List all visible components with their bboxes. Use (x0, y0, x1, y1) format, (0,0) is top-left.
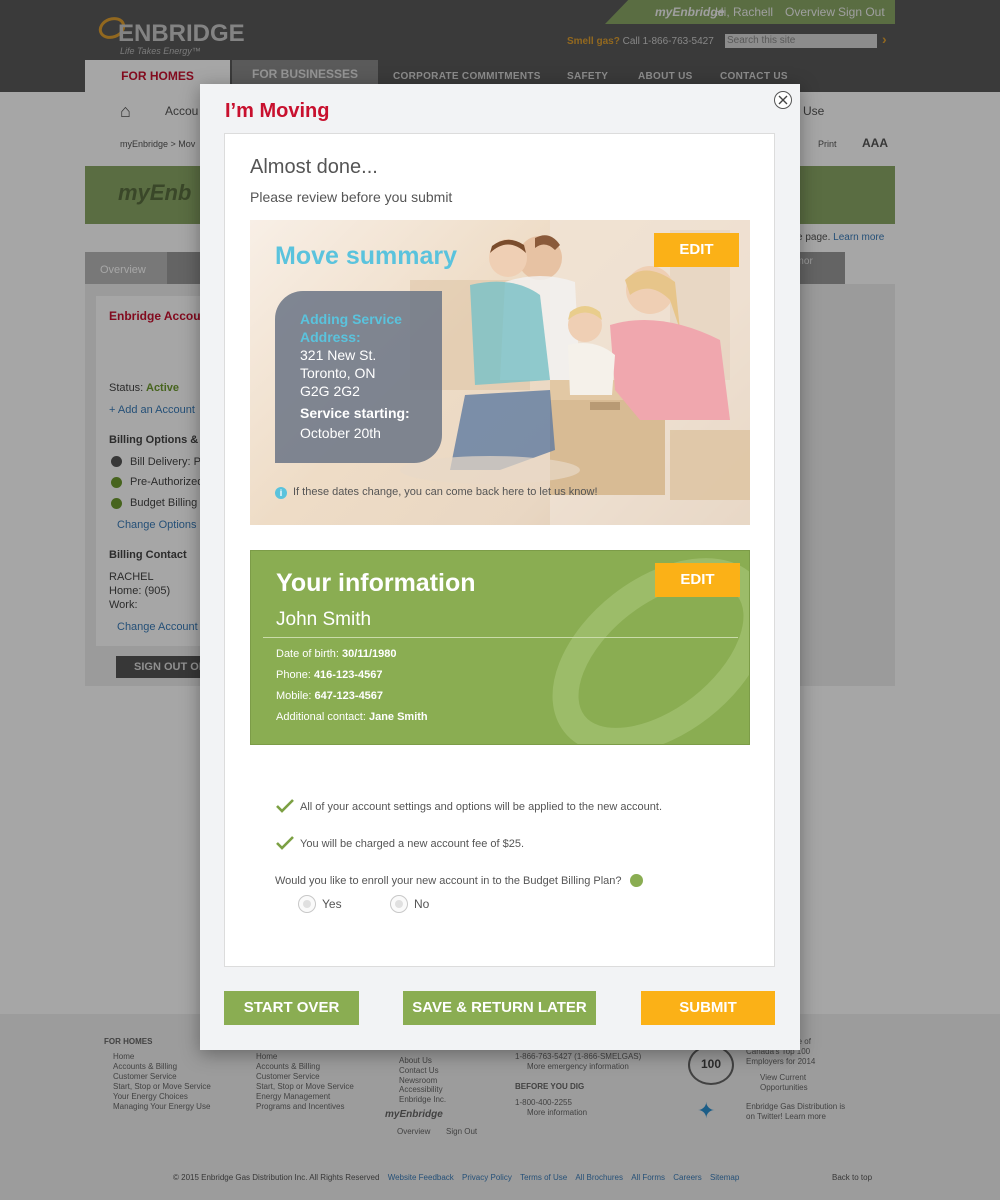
radio-circle[interactable] (390, 895, 408, 913)
checkmark-icon (276, 799, 294, 813)
service-address-card: Adding Service Address: 321 New St. Toro… (275, 291, 442, 463)
checkmark-icon (276, 836, 294, 850)
modal-title: I’m Moving (225, 100, 330, 122)
info-row-dob: Date of birth: 30/11/1980 (276, 648, 397, 660)
budget-billing-question-text: Would you like to enroll your new accoun… (275, 875, 622, 887)
dates-change-text: If these dates change, you can come back… (293, 486, 598, 498)
address-line-2: Toronto, ON (300, 365, 376, 381)
your-information-card: Your information EDIT John Smith Date of… (250, 550, 750, 745)
budget-billing-question: Would you like to enroll your new accoun… (275, 874, 643, 887)
service-starting-date: October 20th (300, 425, 381, 441)
info-icon: i (275, 487, 287, 499)
budget-billing-yes-radio[interactable]: Yes (298, 895, 342, 913)
additional-contact-value: Jane Smith (368, 711, 428, 723)
info-row-mobile: Mobile: 647-123-4567 (276, 690, 383, 702)
dob-label: Date of birth: (276, 648, 339, 660)
yes-label: Yes (322, 897, 342, 911)
adding-service-label: Adding Service Address: (300, 311, 402, 345)
edit-move-summary-button[interactable]: EDIT (654, 233, 739, 267)
submit-button[interactable]: SUBMIT (641, 991, 775, 1025)
settings-applied-note: All of your account settings and options… (275, 798, 662, 814)
no-label: No (414, 897, 430, 911)
help-dot-icon[interactable] (629, 874, 643, 887)
customer-name: John Smith (276, 609, 372, 630)
phone-value: 416-123-4567 (313, 669, 383, 681)
close-button[interactable] (774, 91, 792, 109)
review-subheading: Please review before you submit (250, 189, 453, 205)
save-and-return-later-button[interactable]: SAVE & RETURN LATER (403, 991, 596, 1025)
your-information-title: Your information (276, 569, 476, 597)
additional-contact-label: Additional contact: (276, 711, 366, 723)
start-over-button[interactable]: START OVER (224, 991, 359, 1025)
mobile-label: Mobile: (276, 690, 312, 702)
budget-billing-no-radio[interactable]: No (390, 895, 429, 913)
account-fee-text: You will be charged a new account fee of… (300, 838, 525, 850)
move-summary-title: Move summary (275, 242, 458, 270)
mobile-value: 647-123-4567 (314, 690, 384, 702)
info-row-phone: Phone: 416-123-4567 (276, 669, 382, 681)
divider (263, 637, 738, 638)
address-line-1: 321 New St. (300, 347, 377, 363)
settings-applied-text: All of your account settings and options… (300, 801, 663, 813)
phone-label: Phone: (276, 669, 311, 681)
dob-value: 30/11/1980 (342, 648, 397, 660)
service-starting-label: Service starting: (300, 405, 410, 421)
address-line-3: G2G 2G2 (300, 383, 360, 399)
info-row-additional-contact: Additional contact: Jane Smith (276, 711, 428, 723)
review-heading: Almost done... (250, 156, 378, 178)
account-fee-note: You will be charged a new account fee of… (275, 835, 524, 851)
dates-change-note: i If these dates change, you can come bac… (275, 486, 598, 499)
edit-your-information-button[interactable]: EDIT (655, 563, 740, 597)
im-moving-modal: I’m Moving Almost done... Please review … (200, 84, 800, 1050)
radio-circle[interactable] (298, 895, 316, 913)
review-panel: Almost done... Please review before you … (224, 133, 775, 967)
close-icon (778, 95, 788, 105)
move-summary-card: Move summary EDIT Adding Service Address… (250, 220, 750, 525)
